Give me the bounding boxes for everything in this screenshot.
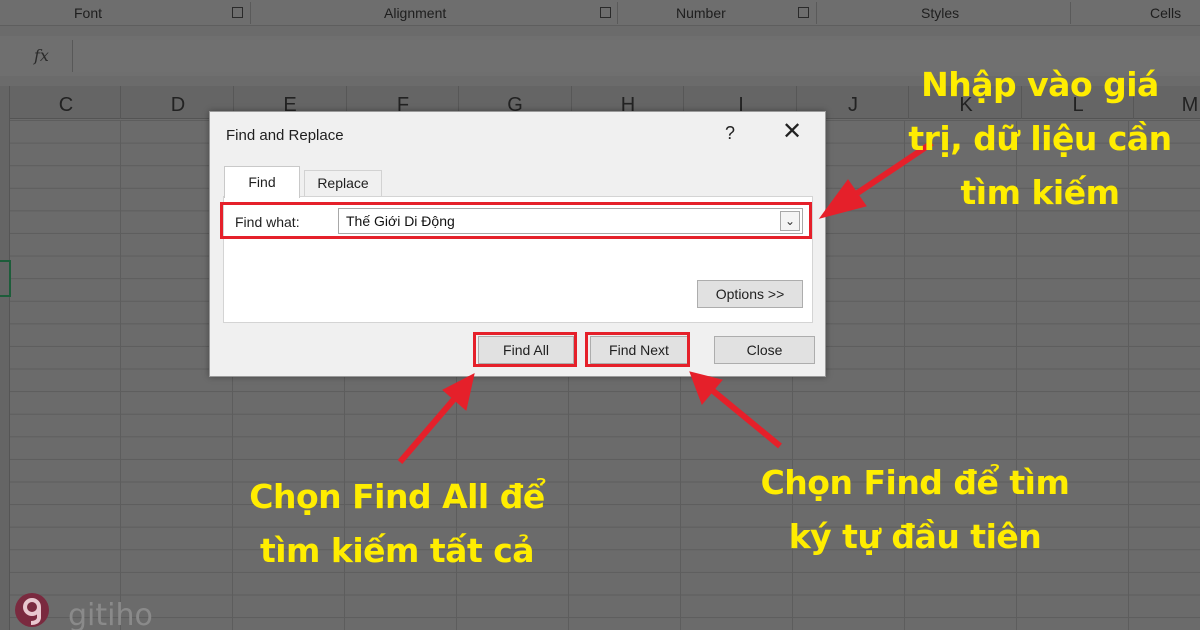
tab-find[interactable]: Find xyxy=(224,166,300,198)
annotation-line: Chọn Find để tìm xyxy=(760,463,1070,502)
gitiho-logo-icon xyxy=(15,593,49,627)
annotation-line: tìm kiếm tất cả xyxy=(259,531,535,570)
annotation-find-next-hint: Chọn Find để tìm ký tự đầu tiên xyxy=(745,456,1085,564)
annotation-line: ký tự đầu tiên xyxy=(788,517,1042,556)
arrow-to-find-next-shaft xyxy=(710,387,782,449)
arrow-to-input-head xyxy=(818,179,867,219)
watermark-text: gitiho xyxy=(68,598,153,630)
annotation-find-all-hint: Chọn Find All để tìm kiếm tất cả xyxy=(232,470,562,578)
arrow-to-find-all-shaft xyxy=(397,396,458,464)
annotation-line: Nhập vào giá xyxy=(921,65,1159,104)
arrow-to-find-next-head xyxy=(689,371,723,405)
annotation-input-hint: Nhập vào giá trị, dữ liệu cần tìm kiếm xyxy=(880,58,1200,220)
annotation-line: trị, dữ liệu cần xyxy=(908,119,1172,158)
annotation-line: tìm kiếm xyxy=(960,173,1121,212)
annotation-line: Chọn Find All để xyxy=(249,477,545,516)
